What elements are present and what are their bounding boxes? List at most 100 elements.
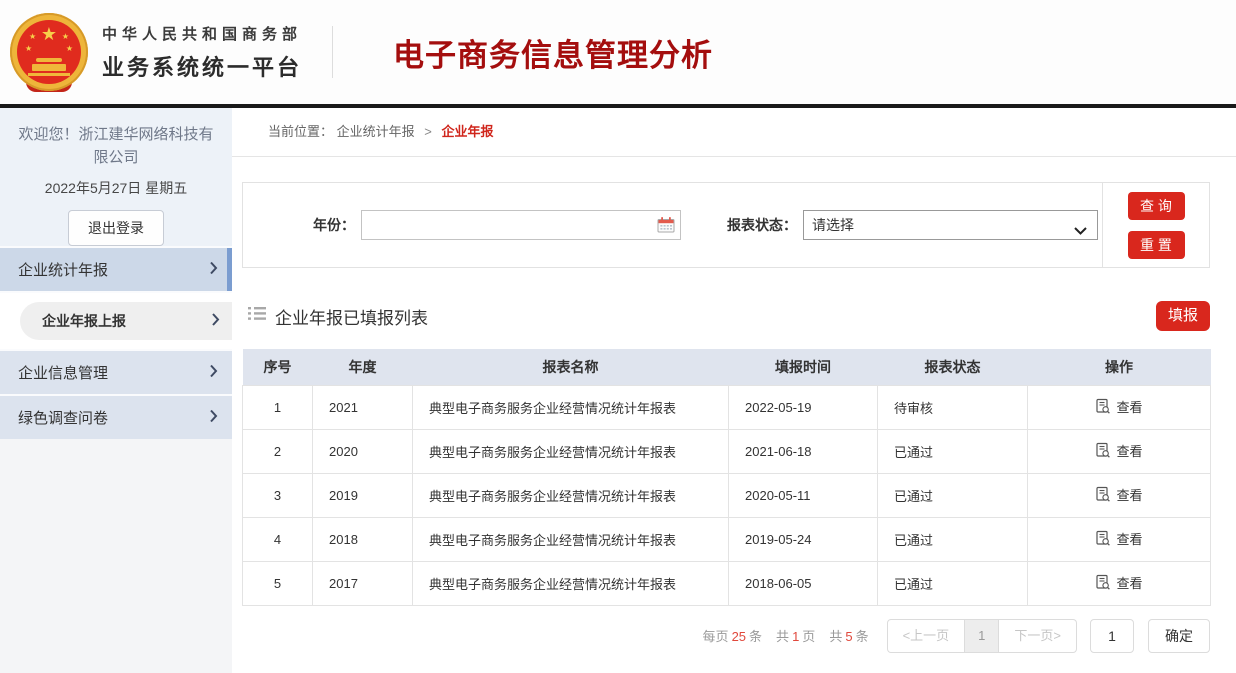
cell-status: 已通过: [878, 429, 1028, 473]
list-section-title: 企业年报已填报列表: [275, 304, 428, 329]
col-header-no: 序号: [243, 349, 313, 385]
cell-no: 2: [243, 429, 313, 473]
cell-no: 3: [243, 473, 313, 517]
cell-date: 2022-05-19: [729, 385, 878, 429]
cell-date: 2018-06-05: [729, 561, 878, 605]
cell-name: 典型电子商务服务企业经营情况统计年报表: [413, 385, 729, 429]
table-row: 4 2018 典型电子商务服务企业经营情况统计年报表 2019-05-24 已通…: [243, 517, 1211, 561]
view-link-label: 查看: [1116, 529, 1142, 548]
cell-year: 2019: [313, 473, 413, 517]
view-link-label: 查看: [1116, 397, 1142, 416]
view-link[interactable]: 查看: [1095, 529, 1142, 548]
cell-name: 典型电子商务服务企业经营情况统计年报表: [413, 429, 729, 473]
per-page-stat: 每页25条: [703, 626, 763, 645]
sidebar-item-annual-report[interactable]: 企业统计年报: [0, 246, 232, 291]
chevron-right-icon: [212, 313, 220, 329]
status-label: 报表状态：: [727, 215, 797, 235]
welcome-message: 欢迎您！浙江建华网络科技有限公司: [0, 124, 232, 169]
cell-date: 2020-05-11: [729, 473, 878, 517]
confirm-button[interactable]: 确定: [1148, 619, 1210, 653]
table-header-row: 序号 年度 报表名称 填报时间 报表状态 操作: [243, 349, 1211, 385]
col-header-date: 填报时间: [729, 349, 878, 385]
col-header-action: 操作: [1028, 349, 1211, 385]
table-row: 1 2021 典型电子商务服务企业经营情况统计年报表 2022-05-19 待审…: [243, 385, 1211, 429]
sidebar-item-label: 企业信息管理: [18, 362, 108, 383]
sidebar-item-label: 企业年报上报: [42, 311, 126, 331]
cell-no: 1: [243, 385, 313, 429]
sidebar: 欢迎您！浙江建华网络科技有限公司 2022年5月27日 星期五 退出登录 企业统…: [0, 108, 232, 673]
calendar-icon[interactable]: [657, 216, 675, 238]
cell-date: 2019-05-24: [729, 517, 878, 561]
cell-year: 2018: [313, 517, 413, 561]
year-input[interactable]: [361, 210, 681, 240]
cell-year: 2017: [313, 561, 413, 605]
welcome-panel: 欢迎您！浙江建华网络科技有限公司 2022年5月27日 星期五 退出登录: [0, 108, 232, 246]
main-content: 当前位置： 企业统计年报 > 企业年报 年份：: [232, 108, 1236, 673]
view-link[interactable]: 查看: [1095, 573, 1142, 592]
col-header-name: 报表名称: [413, 349, 729, 385]
breadcrumb-current: 企业年报: [442, 124, 494, 139]
current-page-button[interactable]: 1: [965, 619, 999, 653]
breadcrumb-parent[interactable]: 企业统计年报: [337, 124, 415, 139]
col-header-year: 年度: [313, 349, 413, 385]
sidebar-item-label: 绿色调查问卷: [18, 407, 108, 428]
view-link[interactable]: 查看: [1095, 441, 1142, 460]
page-jump-input[interactable]: [1090, 619, 1134, 653]
cell-no: 4: [243, 517, 313, 561]
national-emblem-icon: ★ ★ ★ ★ ★: [10, 13, 88, 91]
cell-status: 已通过: [878, 517, 1028, 561]
pager-group: <上一页 1 下一页>: [887, 619, 1077, 653]
sidebar-item-enterprise-info[interactable]: 企业信息管理: [0, 349, 232, 394]
chevron-right-icon: [210, 409, 218, 426]
annual-report-table: 序号 年度 报表名称 填报时间 报表状态 操作 1 2021 典型电子商务服务企…: [242, 349, 1211, 606]
cell-name: 典型电子商务服务企业经营情况统计年报表: [413, 473, 729, 517]
fill-report-button[interactable]: 填报: [1156, 301, 1210, 331]
cell-year: 2021: [313, 385, 413, 429]
breadcrumb-separator: >: [424, 124, 432, 139]
sidebar-submenu: 企业年报上报: [0, 291, 232, 349]
logout-button[interactable]: 退出登录: [68, 210, 164, 246]
chevron-right-icon: [210, 364, 218, 381]
cell-status: 已通过: [878, 561, 1028, 605]
view-link-label: 查看: [1116, 573, 1142, 592]
query-button[interactable]: 查 询: [1128, 192, 1185, 220]
breadcrumb: 当前位置： 企业统计年报 > 企业年报: [232, 108, 1236, 157]
view-link[interactable]: 查看: [1095, 485, 1142, 504]
view-link-label: 查看: [1116, 441, 1142, 460]
cell-name: 典型电子商务服务企业经营情况统计年报表: [413, 561, 729, 605]
sidebar-item-label: 企业统计年报: [18, 259, 108, 280]
ministry-name: 中华人民共和国商务部: [102, 23, 302, 44]
status-select[interactable]: 请选择: [803, 210, 1098, 240]
sidebar-item-green-survey[interactable]: 绿色调查问卷: [0, 394, 232, 439]
total-pages-stat: 共1页: [776, 626, 815, 645]
current-date: 2022年5月27日 星期五: [0, 178, 232, 198]
cell-date: 2021-06-18: [729, 429, 878, 473]
cell-no: 5: [243, 561, 313, 605]
search-actions: 查 询 重 置: [1102, 183, 1209, 267]
list-section-header: 企业年报已填报列表 填报: [242, 301, 1210, 331]
list-icon: [248, 306, 266, 326]
table-row: 2 2020 典型电子商务服务企业经营情况统计年报表 2021-06-18 已通…: [243, 429, 1211, 473]
chevron-right-icon: [210, 261, 218, 278]
sidebar-item-annual-report-submit[interactable]: 企业年报上报: [20, 302, 232, 340]
reset-button[interactable]: 重 置: [1128, 231, 1185, 259]
next-page-button[interactable]: 下一页>: [999, 619, 1077, 653]
cell-year: 2020: [313, 429, 413, 473]
platform-name: 业务系统统一平台: [102, 50, 302, 82]
table-row: 5 2017 典型电子商务服务企业经营情况统计年报表 2018-06-05 已通…: [243, 561, 1211, 605]
header-divider: [332, 26, 333, 78]
view-link[interactable]: 查看: [1095, 397, 1142, 416]
app-header: ★ ★ ★ ★ ★ 中华人民共和国商务部 业务系统统一平台 电子商务信息管理分析: [0, 0, 1236, 104]
pagination: 每页25条 共1页 共5条 <上一页 1 下一页> 确定: [242, 619, 1210, 653]
search-panel: 年份：: [242, 182, 1210, 268]
view-link-label: 查看: [1116, 485, 1142, 504]
year-label: 年份：: [313, 215, 355, 235]
total-items-stat: 共5条: [829, 626, 868, 645]
cell-status: 已通过: [878, 473, 1028, 517]
table-row: 3 2019 典型电子商务服务企业经营情况统计年报表 2020-05-11 已通…: [243, 473, 1211, 517]
col-header-status: 报表状态: [878, 349, 1028, 385]
prev-page-button[interactable]: <上一页: [887, 619, 966, 653]
cell-status: 待审核: [878, 385, 1028, 429]
page-title: 电子商务信息管理分析: [393, 30, 713, 75]
breadcrumb-prefix: 当前位置：: [268, 124, 333, 139]
